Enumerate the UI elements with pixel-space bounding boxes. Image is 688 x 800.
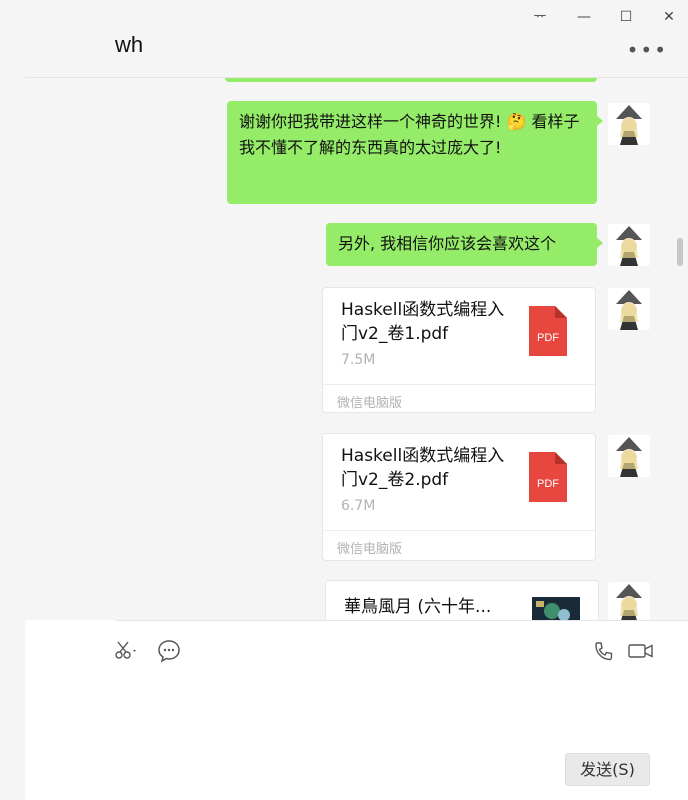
message-input-area[interactable]: 发送(S) xyxy=(115,620,688,800)
pdf-icon: PDF xyxy=(529,306,567,356)
file-message[interactable]: Haskell函数式编程入门v2_卷1.pdf PDF 7.5M 微信电脑版 xyxy=(322,287,596,413)
link-thumbnail xyxy=(532,597,580,620)
message-list[interactable]: 谢谢你把我带进这样一个神奇的世界! 🤔 看样子我不懂不了解的东西真的太过庞大了!… xyxy=(25,78,688,620)
avatar[interactable] xyxy=(608,435,650,477)
avatar[interactable] xyxy=(608,288,650,330)
chat-header: wh ᅲ — ☐ ✕ ••• xyxy=(25,0,688,78)
phone-call-icon[interactable] xyxy=(593,641,615,665)
avatar[interactable] xyxy=(608,224,650,266)
avatar[interactable] xyxy=(608,103,650,145)
link-message[interactable]: 華鳥風月 (六十年... xyxy=(325,580,599,620)
chat-history-icon[interactable] xyxy=(157,639,181,667)
input-left-blank xyxy=(25,620,115,800)
pdf-icon: PDF xyxy=(529,452,567,502)
send-button[interactable]: 发送(S) xyxy=(565,753,650,786)
partial-message-bubble xyxy=(225,78,597,82)
chat-scrollbar[interactable] xyxy=(677,238,683,266)
avatar[interactable] xyxy=(608,582,650,620)
file-name: Haskell函数式编程入门v2_卷2.pdf xyxy=(341,446,505,490)
file-source: 微信电脑版 xyxy=(337,542,403,557)
file-message[interactable]: Haskell函数式编程入门v2_卷2.pdf PDF 6.7M 微信电脑版 xyxy=(322,433,596,561)
message-text: 谢谢你把我带进这样一个神奇的世界! 🤔 看样子我不懂不了解的东西真的太过庞大了! xyxy=(239,112,580,157)
message-text: 另外, 我相信你应该会喜欢这个 xyxy=(338,234,557,253)
file-size: 7.5M xyxy=(341,352,376,368)
pin-button[interactable]: ᅲ xyxy=(528,6,552,28)
file-card-divider xyxy=(323,530,595,531)
video-call-icon[interactable] xyxy=(628,641,654,665)
link-title: 華鳥風月 (六十年... xyxy=(344,597,492,617)
file-size: 6.7M xyxy=(341,498,376,514)
file-name: Haskell函数式编程入门v2_卷1.pdf xyxy=(341,300,505,344)
screenshot-icon[interactable] xyxy=(115,641,139,665)
message-bubble[interactable]: 谢谢你把我带进这样一个神奇的世界! 🤔 看样子我不懂不了解的东西真的太过庞大了! xyxy=(227,101,603,204)
more-options-icon[interactable]: ••• xyxy=(627,38,668,62)
close-button[interactable]: ✕ xyxy=(657,6,681,28)
maximize-button[interactable]: ☐ xyxy=(614,6,638,28)
chat-title: wh xyxy=(115,32,144,57)
message-bubble[interactable]: 另外, 我相信你应该会喜欢这个 xyxy=(326,223,603,266)
file-source: 微信电脑版 xyxy=(337,396,403,411)
file-card-divider xyxy=(323,384,595,385)
minimize-button[interactable]: — xyxy=(572,6,596,28)
left-strip xyxy=(0,0,25,800)
